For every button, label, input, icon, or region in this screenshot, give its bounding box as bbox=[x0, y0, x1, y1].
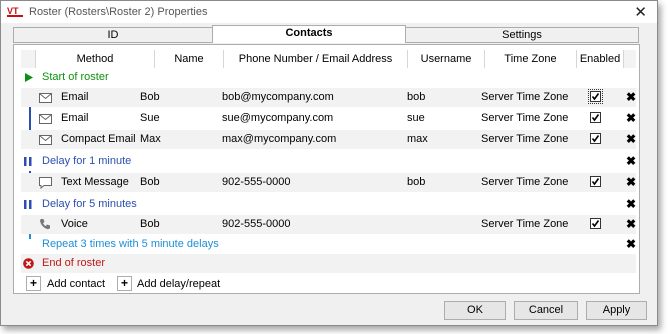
delete-icon[interactable]: ✖ bbox=[626, 88, 636, 107]
enabled-checkbox[interactable] bbox=[590, 133, 601, 144]
plus-icon: + bbox=[117, 276, 132, 291]
contact-username: max bbox=[407, 133, 428, 145]
column-address[interactable]: Phone Number / Email Address bbox=[224, 50, 408, 68]
contact-row[interactable]: Compact Email Max max@mycompany.com max … bbox=[21, 130, 636, 149]
close-window-button[interactable]: ✕ bbox=[634, 3, 647, 21]
repeat-row[interactable]: Repeat 3 times with 5 minute delays ✖ bbox=[21, 235, 636, 254]
phone-icon bbox=[40, 219, 50, 230]
column-name[interactable]: Name bbox=[155, 50, 224, 68]
contact-row[interactable]: Email Sue sue@mycompany.com sue Server T… bbox=[21, 109, 636, 128]
contact-method: Text Message bbox=[61, 176, 129, 188]
header-spacer bbox=[21, 50, 36, 68]
speech-bubble-icon bbox=[39, 177, 52, 189]
delete-icon[interactable]: ✖ bbox=[626, 130, 636, 149]
enabled-checkbox[interactable] bbox=[590, 112, 601, 123]
add-delay-label: Add delay/repeat bbox=[137, 278, 221, 290]
add-delay-button[interactable]: + Add delay/repeat bbox=[117, 275, 227, 293]
contact-method: Compact Email bbox=[61, 133, 136, 145]
apply-button[interactable]: Apply bbox=[586, 301, 647, 320]
contact-address: bob@mycompany.com bbox=[222, 91, 334, 103]
pause-icon bbox=[24, 157, 32, 166]
delay-row[interactable]: Delay for 5 minutes ✖ bbox=[21, 195, 636, 214]
delete-icon[interactable]: ✖ bbox=[626, 235, 636, 254]
tab-id[interactable]: ID bbox=[13, 27, 213, 43]
column-username[interactable]: Username bbox=[408, 50, 485, 68]
end-of-roster-row: End of roster bbox=[21, 254, 636, 273]
delete-icon[interactable]: ✖ bbox=[626, 109, 636, 128]
delete-icon[interactable]: ✖ bbox=[626, 173, 636, 192]
svg-text:VT: VT bbox=[7, 6, 19, 16]
table-header: Method Name Phone Number / Email Address… bbox=[21, 50, 636, 68]
add-contact-label: Add contact bbox=[47, 278, 106, 290]
tab-strip: ID Contacts Settings bbox=[13, 25, 639, 44]
ok-button[interactable]: OK bbox=[444, 301, 506, 320]
contacts-panel: Method Name Phone Number / Email Address… bbox=[13, 44, 640, 294]
play-icon bbox=[25, 73, 33, 82]
contact-username: bob bbox=[407, 176, 426, 188]
column-timezone[interactable]: Time Zone bbox=[485, 50, 577, 68]
properties-dialog: VT Roster (Rosters\Roster 2) Properties … bbox=[0, 0, 658, 326]
tab-contacts[interactable]: Contacts bbox=[212, 25, 406, 43]
start-of-roster-row: Start of roster bbox=[21, 68, 636, 87]
contact-name: Bob bbox=[140, 218, 160, 230]
delay-row[interactable]: Delay for 1 minute ✖ bbox=[21, 152, 636, 171]
window-title: Roster (Rosters\Roster 2) Properties bbox=[29, 6, 208, 18]
contact-name: Bob bbox=[140, 176, 160, 188]
envelope-icon bbox=[39, 114, 52, 124]
column-enabled[interactable]: Enabled bbox=[577, 50, 624, 68]
contact-row[interactable]: Email Bob bob@mycompany.com bob Server T… bbox=[21, 88, 636, 107]
enabled-checkbox[interactable] bbox=[590, 176, 601, 187]
cancel-button[interactable]: Cancel bbox=[514, 301, 578, 320]
tab-settings[interactable]: Settings bbox=[405, 27, 639, 43]
delete-icon[interactable]: ✖ bbox=[626, 152, 636, 171]
delay-label: Delay for 1 minute bbox=[42, 155, 132, 167]
enabled-checkbox[interactable] bbox=[590, 218, 601, 229]
contact-timezone: Server Time Zone bbox=[481, 176, 569, 188]
contact-name: Bob bbox=[140, 91, 160, 103]
end-of-roster-label: End of roster bbox=[42, 257, 105, 269]
pause-icon bbox=[24, 200, 32, 209]
stop-icon bbox=[23, 258, 34, 269]
contact-timezone: Server Time Zone bbox=[481, 133, 569, 145]
contact-timezone: Server Time Zone bbox=[481, 112, 569, 124]
enabled-checkbox[interactable] bbox=[588, 89, 603, 104]
plus-icon: + bbox=[26, 276, 41, 291]
delay-label: Delay for 5 minutes bbox=[42, 198, 137, 210]
delete-icon[interactable]: ✖ bbox=[626, 215, 636, 234]
contact-method: Email bbox=[61, 112, 89, 124]
contact-row[interactable]: Voice Bob 902-555-0000 Server Time Zone … bbox=[21, 215, 636, 234]
envelope-icon bbox=[39, 135, 52, 145]
contact-address: 902-555-0000 bbox=[222, 218, 291, 230]
contact-username: bob bbox=[407, 91, 426, 103]
header-end bbox=[624, 50, 636, 68]
title-bar: VT Roster (Rosters\Roster 2) Properties … bbox=[1, 1, 657, 23]
contact-name: Sue bbox=[140, 112, 160, 124]
contact-method: Email bbox=[61, 91, 89, 103]
repeat-label: Repeat 3 times with 5 minute delays bbox=[42, 238, 219, 250]
contact-username: sue bbox=[407, 112, 425, 124]
app-logo-icon: VT bbox=[7, 6, 23, 17]
contact-address: max@mycompany.com bbox=[222, 133, 337, 145]
contact-address: 902-555-0000 bbox=[222, 176, 291, 188]
contact-name: Max bbox=[140, 133, 161, 145]
contact-address: sue@mycompany.com bbox=[222, 112, 334, 124]
column-method[interactable]: Method bbox=[36, 50, 155, 68]
delete-icon[interactable]: ✖ bbox=[626, 195, 636, 214]
contact-row[interactable]: Text Message Bob 902-555-0000 bob Server… bbox=[21, 173, 636, 192]
contact-method: Voice bbox=[61, 218, 88, 230]
envelope-icon bbox=[39, 93, 52, 103]
contact-timezone: Server Time Zone bbox=[481, 218, 569, 230]
start-of-roster-label: Start of roster bbox=[42, 71, 109, 83]
add-contact-button[interactable]: + Add contact bbox=[26, 275, 116, 293]
contact-timezone: Server Time Zone bbox=[481, 91, 569, 103]
